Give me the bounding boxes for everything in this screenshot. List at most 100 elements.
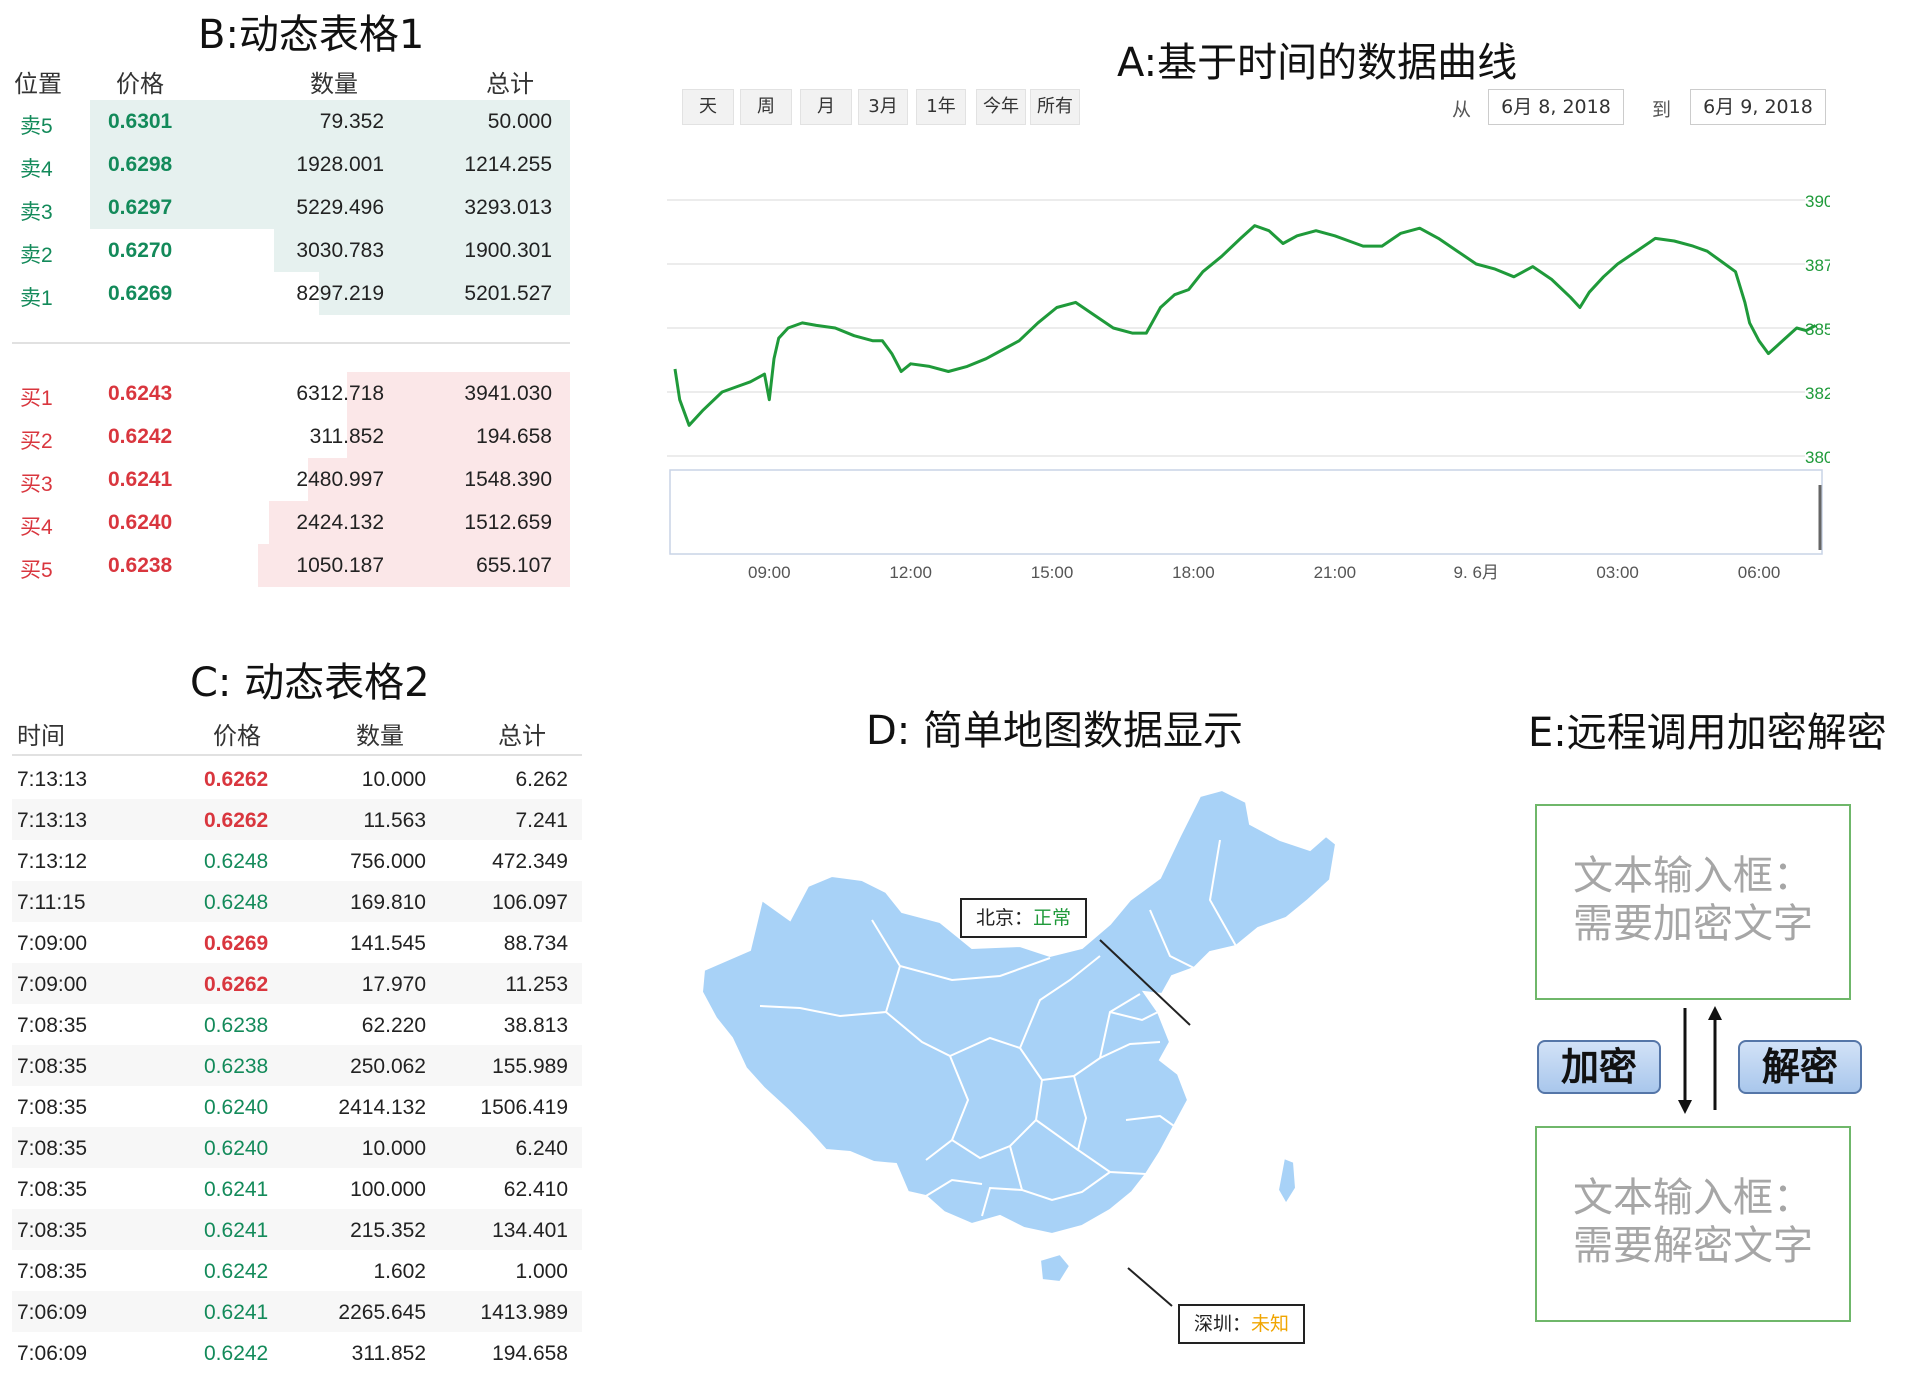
trade-total: 6.240 [515,1137,568,1160]
order-book-header-qty: 数量 [310,70,358,98]
trade-row[interactable]: 7:06:09 0.6241 2265.645 1413.989 [12,1291,582,1332]
trade-time: 7:08:35 [17,1096,88,1119]
china-map-shape [700,788,1338,1236]
trade-row[interactable]: 7:08:35 0.6242 1.602 1.000 [12,1250,582,1291]
y-tick-label: 3875 [1805,256,1830,275]
sell-row-price: 0.6297 [108,196,173,219]
shenzhen-status: 未知 [1251,1313,1290,1335]
trade-price: 0.6240 [204,1137,269,1160]
buy-row-total: 3941.030 [464,382,552,405]
encrypt-text-input[interactable]: 文本输入框： 需要加密文字 [1535,804,1851,1000]
sell-order-row[interactable]: 卖4 0.6298 1928.001 1214.255 [12,143,570,186]
trade-row[interactable]: 7:13:13 0.6262 10.000 6.262 [12,758,582,799]
trade-price: 0.6241 [204,1301,269,1324]
range-button[interactable]: 周 [740,89,792,125]
encrypt-button[interactable]: 加密 [1537,1040,1661,1094]
trade-total: 11.253 [505,973,568,996]
sell-row-position: 卖1 [20,287,53,310]
trade-row[interactable]: 7:08:35 0.6241 100.000 62.410 [12,1168,582,1209]
trade-row[interactable]: 7:08:35 0.6240 2414.132 1506.419 [12,1086,582,1127]
decrypt-button[interactable]: 解密 [1738,1040,1862,1094]
encrypt-input-line1: 文本输入框： [1573,853,1813,899]
trade-total: 38.813 [503,1014,568,1037]
trade-row[interactable]: 7:08:35 0.6240 10.000 6.240 [12,1127,582,1168]
trade-total: 1506.419 [480,1096,568,1119]
sell-order-row[interactable]: 卖2 0.6270 3030.783 1900.301 [12,229,570,272]
range-button[interactable]: 3月 [858,89,908,125]
trade-price: 0.6241 [204,1219,269,1242]
order-book-header-price: 价格 [116,70,164,98]
to-date-input[interactable]: 6月 9, 2018 [1690,89,1826,125]
trade-qty: 169.810 [350,891,426,914]
trade-header-time: 时间 [17,722,65,750]
decrypt-text-input[interactable]: 文本输入框： 需要解密文字 [1535,1126,1851,1322]
trade-qty: 2265.645 [338,1301,426,1324]
trade-row[interactable]: 7:08:35 0.6238 62.220 38.813 [12,1004,582,1045]
trade-qty: 100.000 [350,1178,426,1201]
trade-row[interactable]: 7:09:00 0.6262 17.970 11.253 [12,963,582,1004]
china-map[interactable] [690,780,1350,1340]
trade-row[interactable]: 7:08:35 0.6241 215.352 134.401 [12,1209,582,1250]
buy-order-row[interactable]: 买4 0.6240 2424.132 1512.659 [12,501,570,544]
hainan-island [1038,1252,1072,1284]
trade-row[interactable]: 7:06:09 0.6242 311.852 194.658 [12,1332,582,1373]
order-book-panel: B:动态表格1 位置 价格 数量 总计 卖5 0.6301 79.352 50.000… [0,0,580,600]
range-button[interactable]: 月 [800,89,852,125]
trade-qty: 250.062 [350,1055,426,1078]
trade-price: 0.6238 [204,1055,269,1078]
taiwan-island [1276,1156,1298,1206]
sell-row-qty: 1928.001 [296,153,384,176]
buy-row-total: 1548.390 [464,468,552,491]
trade-qty: 1.602 [373,1260,426,1283]
sell-order-row[interactable]: 卖1 0.6269 8297.219 5201.527 [12,272,570,315]
range-button[interactable]: 1年 [916,89,966,125]
encrypt-input-line2: 需要加密文字 [1573,901,1813,947]
buy-order-row[interactable]: 买1 0.6243 6312.718 3941.030 [12,372,570,415]
y-tick-label: 3825 [1805,384,1830,403]
buy-row-price: 0.6240 [108,511,173,534]
buy-row-position: 买4 [20,516,53,539]
trade-time: 7:13:13 [17,809,88,832]
trade-price: 0.6242 [204,1342,269,1365]
sell-row-total: 5201.527 [464,282,552,305]
sell-row-total: 50.000 [487,110,552,133]
sell-order-row[interactable]: 卖3 0.6297 5229.496 3293.013 [12,186,570,229]
trade-row[interactable]: 7:11:15 0.6248 169.810 106.097 [12,881,582,922]
crypto-title: E:远程调用加密解密 [1528,710,1887,756]
trade-qty: 11.563 [363,809,426,832]
trade-total: 1413.989 [480,1301,568,1324]
trade-time: 7:08:35 [17,1219,88,1242]
range-button[interactable]: 所有 [1030,89,1080,125]
beijing-status: 正常 [1033,907,1072,929]
trade-price: 0.6248 [204,850,269,873]
range-button[interactable]: 天 [682,89,734,125]
y-tick-label: 3800 [1805,448,1830,467]
range-button[interactable]: 今年 [976,89,1026,125]
trade-total: 106.097 [492,891,568,914]
trade-price: 0.6241 [204,1178,269,1201]
x-tick-label: 06:00 [1738,563,1781,582]
price-series-line [673,224,1817,427]
trade-total: 88.734 [503,932,568,955]
buy-row-qty: 2480.997 [296,468,384,491]
sell-order-row[interactable]: 卖5 0.6301 79.352 50.000 [12,100,570,143]
decrypt-input-line1: 文本输入框： [1573,1175,1813,1221]
trade-row[interactable]: 7:08:35 0.6238 250.062 155.989 [12,1045,582,1086]
trade-row[interactable]: 7:13:13 0.6262 11.563 7.241 [12,799,582,840]
sell-row-price: 0.6270 [108,239,173,262]
buy-row-qty: 2424.132 [296,511,384,534]
sell-row-qty: 8297.219 [296,282,384,305]
beijing-callout: 北京：正常 [960,898,1088,938]
trade-table-title: C: 动态表格2 [190,660,430,706]
from-date-input[interactable]: 6月 8, 2018 [1488,89,1624,125]
buy-row-position: 买2 [20,430,53,453]
price-line-chart[interactable]: 3900387538503825380009:0012:0015:0018:00… [660,140,1830,600]
buy-order-row[interactable]: 买2 0.6242 311.852 194.658 [12,415,570,458]
sell-row-qty: 3030.783 [296,239,384,262]
trade-row[interactable]: 7:13:12 0.6248 756.000 472.349 [12,840,582,881]
trade-row[interactable]: 7:09:00 0.6269 141.545 88.734 [12,922,582,963]
trade-time: 7:09:00 [17,973,88,996]
buy-row-total: 194.658 [476,425,552,448]
buy-order-row[interactable]: 买5 0.6238 1050.187 655.107 [12,544,570,587]
buy-order-row[interactable]: 买3 0.6241 2480.997 1548.390 [12,458,570,501]
